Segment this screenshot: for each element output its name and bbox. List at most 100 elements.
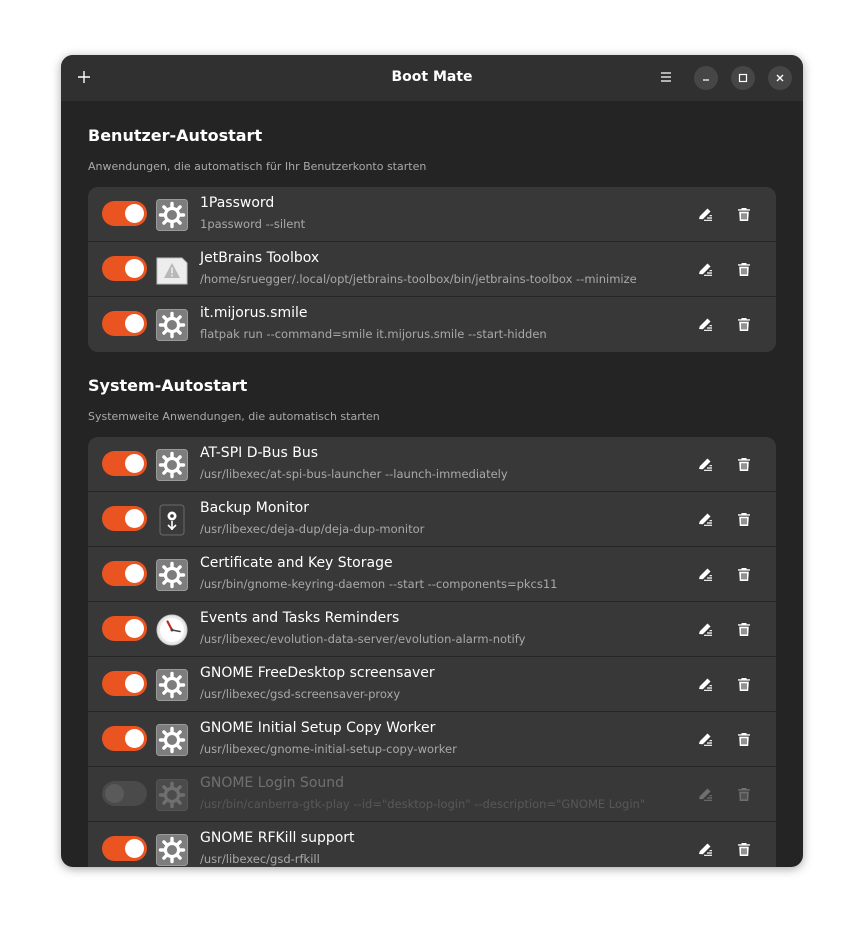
edit-pencil-icon	[699, 513, 712, 526]
close-button[interactable]	[768, 66, 792, 90]
autostart-toggle[interactable]	[102, 451, 147, 476]
main-menu-button[interactable]	[655, 66, 677, 88]
autostart-toggle[interactable]	[102, 836, 147, 861]
backup-safe-icon	[156, 504, 188, 536]
toggle-knob	[125, 839, 144, 858]
missing-image-warning-icon	[156, 254, 188, 286]
edit-pencil-icon	[699, 678, 712, 691]
app-command: /usr/bin/gnome-keyring-daemon --start --…	[200, 577, 558, 591]
app-name: Backup Monitor	[200, 500, 309, 516]
delete-button[interactable]	[733, 313, 755, 335]
autostart-row: JetBrains Toolbox/home/sruegger/.local/o…	[88, 242, 776, 297]
app-name: JetBrains Toolbox	[200, 250, 320, 266]
gear-icon	[156, 559, 188, 591]
edit-pencil-icon	[699, 318, 712, 331]
gear-icon	[156, 834, 188, 866]
delete-button[interactable]	[733, 453, 755, 475]
autostart-row: GNOME RFKill support/usr/libexec/gsd-rfk…	[88, 822, 776, 867]
edit-button[interactable]	[694, 453, 716, 475]
delete-button[interactable]	[733, 783, 755, 805]
edit-pencil-icon	[699, 733, 712, 746]
edit-button[interactable]	[694, 618, 716, 640]
autostart-row: Backup Monitor/usr/libexec/deja-dup/deja…	[88, 492, 776, 547]
edit-button[interactable]	[694, 203, 716, 225]
autostart-row: GNOME Initial Setup Copy Worker/usr/libe…	[88, 712, 776, 767]
toggle-knob	[125, 454, 144, 473]
autostart-row: Certificate and Key Storage/usr/bin/gnom…	[88, 547, 776, 602]
edit-button[interactable]	[694, 673, 716, 695]
autostart-row: Events and Tasks Reminders/usr/libexec/e…	[88, 602, 776, 657]
trash-icon	[738, 263, 750, 276]
gear-icon	[156, 449, 188, 481]
minimize-button[interactable]	[694, 66, 718, 90]
maximize-icon	[738, 73, 748, 83]
app-window: Boot Mate Benutzer-Autostart Anwendungen…	[61, 55, 803, 867]
edit-pencil-icon	[699, 788, 712, 801]
autostart-toggle[interactable]	[102, 671, 147, 696]
delete-button[interactable]	[733, 563, 755, 585]
toggle-knob	[125, 314, 144, 333]
window-title: Boot Mate	[391, 69, 473, 85]
app-name: GNOME RFKill support	[200, 830, 355, 846]
autostart-toggle[interactable]	[102, 506, 147, 531]
delete-button[interactable]	[733, 618, 755, 640]
system-section-subtitle: Systemweite Anwendungen, die automatisch…	[88, 410, 380, 423]
app-command: /usr/libexec/gsd-rfkill	[200, 852, 320, 866]
app-name: Events and Tasks Reminders	[200, 610, 400, 626]
autostart-toggle[interactable]	[102, 256, 147, 281]
edit-button[interactable]	[694, 563, 716, 585]
app-command: /home/sruegger/.local/opt/jetbrains-tool…	[200, 272, 637, 286]
trash-icon	[738, 678, 750, 691]
edit-button[interactable]	[694, 508, 716, 530]
trash-icon	[738, 458, 750, 471]
header-bar: Boot Mate	[61, 55, 803, 101]
trash-icon	[738, 623, 750, 636]
autostart-row: it.mijorus.smile flatpak run --command=sm…	[88, 297, 776, 352]
delete-button[interactable]	[733, 728, 755, 750]
trash-icon	[738, 318, 750, 331]
app-command: /usr/libexec/gnome-initial-setup-copy-wo…	[200, 742, 457, 756]
close-icon	[776, 74, 784, 82]
edit-pencil-icon	[699, 263, 712, 276]
app-command: /usr/libexec/at-spi-bus-launcher --launc…	[200, 467, 508, 481]
edit-button[interactable]	[694, 313, 716, 335]
delete-button[interactable]	[733, 838, 755, 860]
delete-button[interactable]	[733, 508, 755, 530]
delete-button[interactable]	[733, 673, 755, 695]
autostart-toggle[interactable]	[102, 726, 147, 751]
app-command: flatpak run --command=smile it.mijorus.s…	[200, 327, 547, 341]
edit-button[interactable]	[694, 258, 716, 280]
app-name: Certificate and Key Storage	[200, 555, 393, 571]
edit-pencil-icon	[699, 623, 712, 636]
system-autostart-list: AT-SPI D-Bus Bus/usr/libexec/at-spi-bus-…	[88, 437, 776, 867]
trash-icon	[738, 568, 750, 581]
autostart-row: AT-SPI D-Bus Bus/usr/libexec/at-spi-bus-…	[88, 437, 776, 492]
toggle-knob	[125, 619, 144, 638]
edit-button[interactable]	[694, 838, 716, 860]
autostart-row: GNOME FreeDesktop screensaver/usr/libexe…	[88, 657, 776, 712]
app-command: 1password --silent	[200, 217, 306, 231]
autostart-toggle[interactable]	[102, 311, 147, 336]
edit-button[interactable]	[694, 728, 716, 750]
autostart-toggle[interactable]	[102, 561, 147, 586]
autostart-row: GNOME Login Sound/usr/bin/canberra-gtk-p…	[88, 767, 776, 822]
trash-icon	[738, 733, 750, 746]
app-command: /usr/libexec/deja-dup/deja-dup-monitor	[200, 522, 425, 536]
toggle-knob	[125, 204, 144, 223]
autostart-toggle[interactable]	[102, 781, 147, 806]
edit-button[interactable]	[694, 783, 716, 805]
delete-button[interactable]	[733, 258, 755, 280]
autostart-toggle[interactable]	[102, 616, 147, 641]
app-name: GNOME Initial Setup Copy Worker	[200, 720, 436, 736]
delete-button[interactable]	[733, 203, 755, 225]
toggle-knob	[105, 784, 124, 803]
autostart-row: 1Password 1password --silent	[88, 187, 776, 242]
toggle-knob	[125, 729, 144, 748]
app-name: GNOME FreeDesktop screensaver	[200, 665, 435, 681]
trash-icon	[738, 788, 750, 801]
maximize-button[interactable]	[731, 66, 755, 90]
toggle-knob	[125, 564, 144, 583]
toggle-knob	[125, 259, 144, 278]
autostart-toggle[interactable]	[102, 201, 147, 226]
user-section-subtitle: Anwendungen, die automatisch für Ihr Ben…	[88, 160, 427, 173]
